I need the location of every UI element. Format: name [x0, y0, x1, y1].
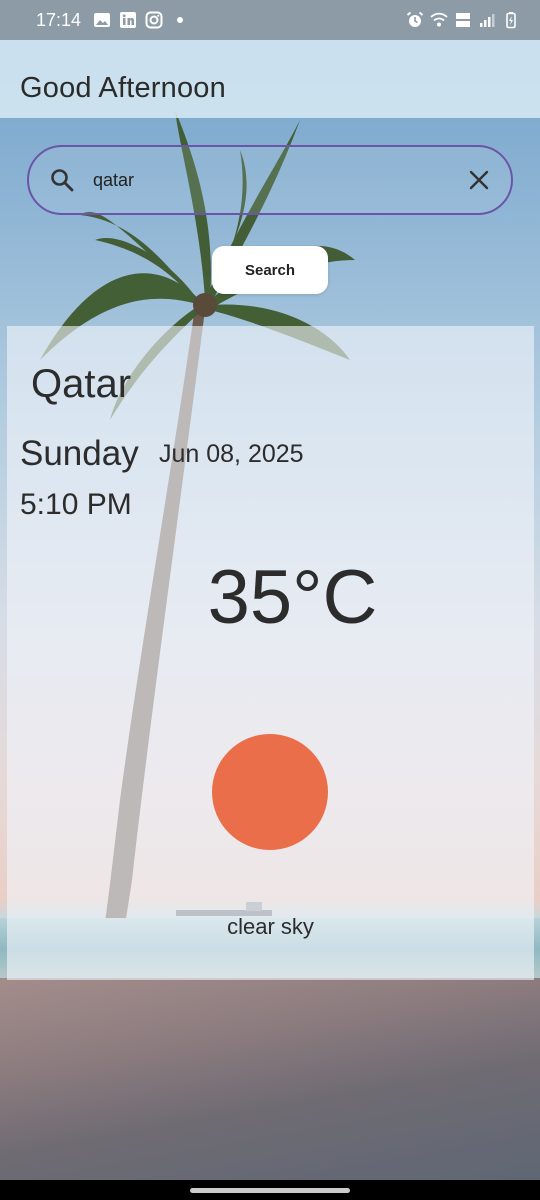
temperature: 35°C — [207, 555, 378, 640]
clear-icon[interactable] — [467, 168, 491, 192]
wifi-icon — [430, 12, 448, 27]
linkedin-icon — [120, 12, 137, 28]
search-icon — [51, 169, 74, 192]
status-bar: 17:14 — [0, 0, 540, 40]
signal-icon — [480, 14, 495, 27]
sun-icon — [212, 734, 328, 850]
search-bar[interactable] — [27, 145, 513, 215]
date-text: Jun 08, 2025 — [159, 440, 304, 468]
battery-icon — [506, 12, 516, 29]
weather-card: Qatar Sunday Jun 08, 2025 5:10 PM 35°C c… — [7, 326, 534, 980]
volte-icon — [456, 13, 470, 27]
status-time: 17:14 — [36, 9, 82, 30]
greeting-title: Good Afternoon — [20, 71, 226, 104]
search-button[interactable]: Search — [212, 246, 328, 294]
navigation-bar — [0, 1180, 540, 1200]
day-name: Sunday — [20, 434, 139, 473]
search-input[interactable] — [93, 169, 467, 191]
sand — [0, 978, 540, 1180]
alarm-icon — [406, 11, 424, 27]
gallery-icon — [94, 13, 111, 27]
instagram-icon — [145, 11, 163, 29]
city-name: Qatar — [31, 362, 132, 406]
weather-condition: clear sky — [227, 914, 314, 939]
home-gesture-handle[interactable] — [190, 1188, 350, 1193]
time-text: 5:10 PM — [20, 488, 132, 521]
app-bar: Good Afternoon — [0, 40, 540, 118]
notification-dot — [177, 17, 184, 23]
